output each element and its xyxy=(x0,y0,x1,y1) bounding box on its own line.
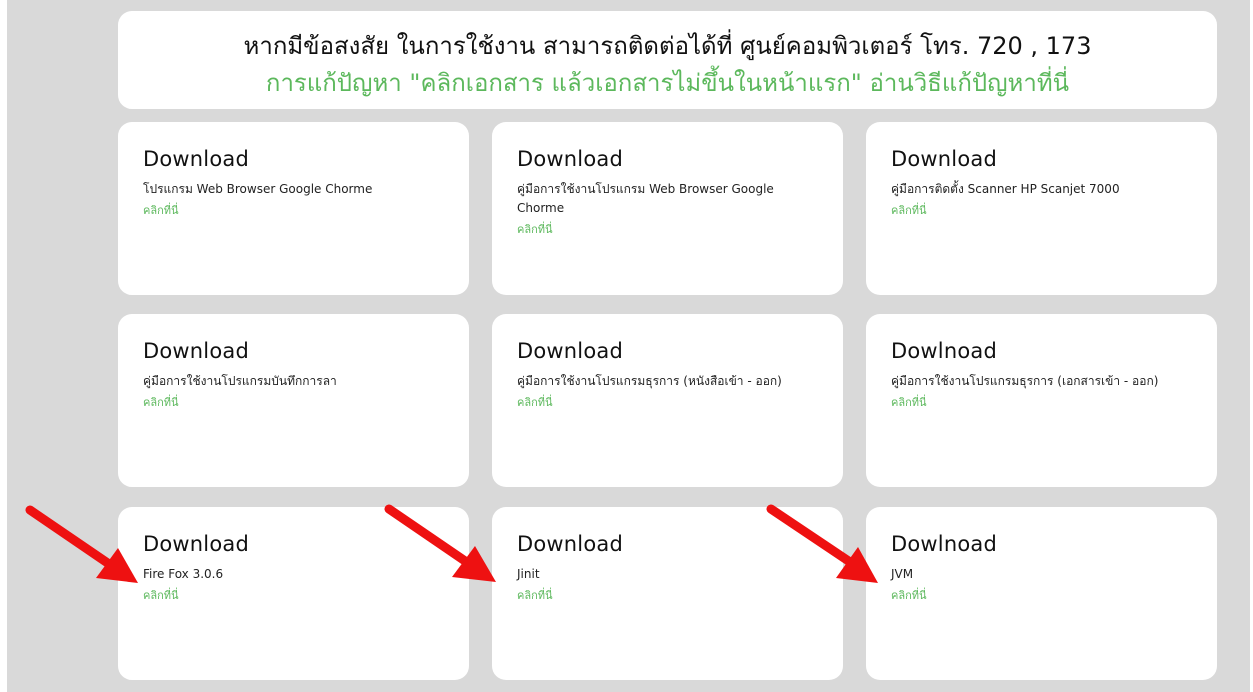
red-arrow-icon xyxy=(25,505,138,583)
annotation-arrows xyxy=(25,504,878,583)
red-arrow-icon xyxy=(766,504,878,583)
red-arrow-icon xyxy=(384,504,496,582)
